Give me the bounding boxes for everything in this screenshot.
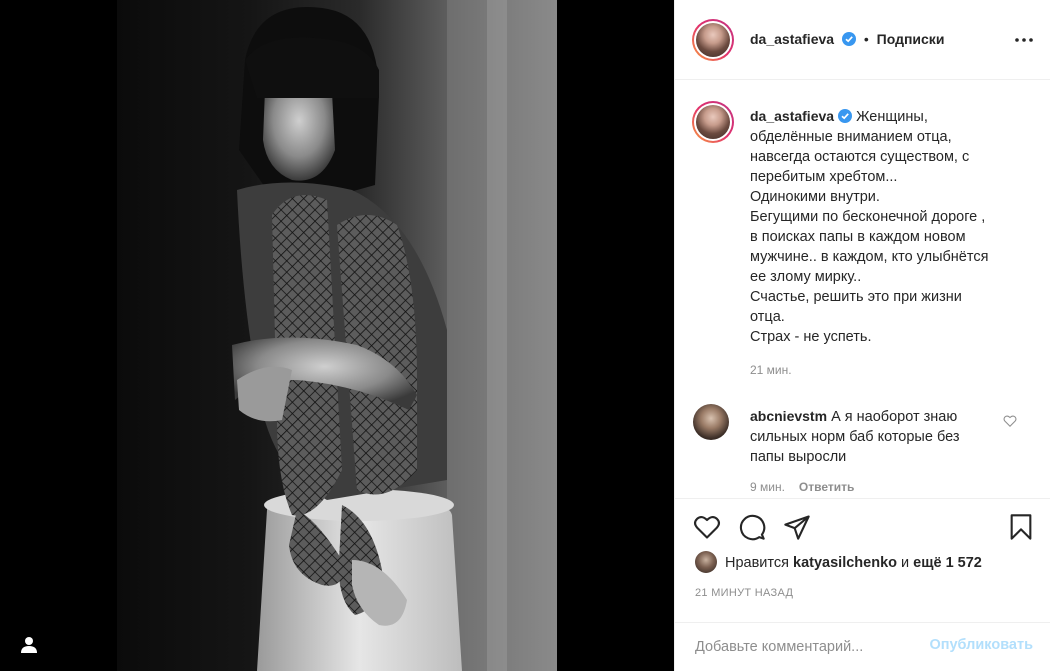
caption-line: навсегда остаются существом, с — [750, 149, 970, 165]
follow-separator: • — [863, 31, 869, 47]
follow-button[interactable]: Подписки — [877, 31, 945, 47]
comment-time[interactable]: 9 мин. — [750, 480, 785, 494]
comment-text-line: папы выросли — [750, 449, 847, 465]
profile-icon[interactable] — [18, 634, 40, 656]
caption-line: перебитым хребтом... — [750, 169, 898, 185]
comment-form: Опубликовать — [675, 622, 1050, 671]
caption-line: Бегущими по бесконечной дороге , — [750, 209, 986, 225]
verified-icon — [841, 32, 856, 46]
liker-username[interactable]: katyasilchenko — [793, 555, 897, 571]
caption-line: Женщины, — [856, 109, 928, 125]
author-avatar[interactable] — [692, 19, 734, 61]
likes-summary: Нравится katyasilchenko и ещё 1 572 — [695, 551, 982, 573]
comment-author[interactable]: abcnievstm — [750, 408, 827, 424]
caption-line: Счастье, решить это при жизни — [750, 289, 962, 305]
commenter-avatar[interactable] — [693, 404, 729, 440]
post-header: da_astafieva • Подписки — [675, 0, 1050, 80]
comment-icon[interactable] — [738, 513, 766, 541]
photo-illustration — [232, 0, 557, 671]
caption-author-username[interactable]: da_astafieva — [750, 108, 834, 124]
action-bar: Нравится katyasilchenko и ещё 1 572 21 М… — [675, 498, 1050, 622]
caption: da_astafieva Женщины, обделённые внимани… — [750, 106, 1020, 347]
likes-conjunction: и — [901, 555, 910, 571]
likes-count[interactable]: ещё 1 572 — [913, 555, 982, 571]
comment-input[interactable] — [695, 637, 915, 657]
author-row: da_astafieva • Подписки — [750, 31, 944, 47]
caption-line: в поисках папы в каждом новом — [750, 229, 966, 245]
caption-time[interactable]: 21 мин. — [750, 363, 792, 377]
comment-meta: 9 мин. Ответить — [750, 480, 854, 494]
caption-line: обделённые вниманием отца, — [750, 129, 952, 145]
reply-button[interactable]: Ответить — [799, 480, 854, 494]
comment-text-line: А я наоборот знаю — [831, 409, 958, 425]
comment: abcnievstm А я наоборот знаю сильных нор… — [750, 406, 990, 467]
verified-icon — [838, 109, 853, 123]
caption-line: Страх - не успеть. — [750, 329, 872, 345]
likes-prefix: Нравится — [725, 555, 789, 571]
caption-line: Одинокими внутри. — [750, 189, 880, 205]
more-icon[interactable] — [1015, 38, 1033, 42]
liker-avatar[interactable] — [695, 551, 717, 573]
caption-line: ее злому мирку.. — [750, 269, 862, 285]
caption-line: мужчине.. в каждом, кто улыбнётся — [750, 249, 989, 265]
post-photo[interactable] — [117, 0, 557, 671]
comment-text-line: сильных норм баб которые без — [750, 429, 960, 445]
caption-author-avatar[interactable] — [692, 101, 734, 143]
comments-scroll-area[interactable]: da_astafieva Женщины, обделённые внимани… — [675, 80, 1050, 498]
caption-line: отца. — [750, 309, 785, 325]
author-username[interactable]: da_astafieva — [750, 31, 834, 47]
post-timestamp[interactable]: 21 МИНУТ НАЗАД — [695, 587, 793, 599]
publish-button[interactable]: Опубликовать — [929, 637, 1033, 653]
comment-heart-icon[interactable] — [1003, 414, 1017, 428]
bookmark-icon[interactable] — [1007, 513, 1035, 541]
heart-icon[interactable] — [693, 513, 721, 541]
share-icon[interactable] — [783, 513, 811, 541]
post-panel: da_astafieva • Подписки da_astafieva Жен… — [674, 0, 1050, 671]
